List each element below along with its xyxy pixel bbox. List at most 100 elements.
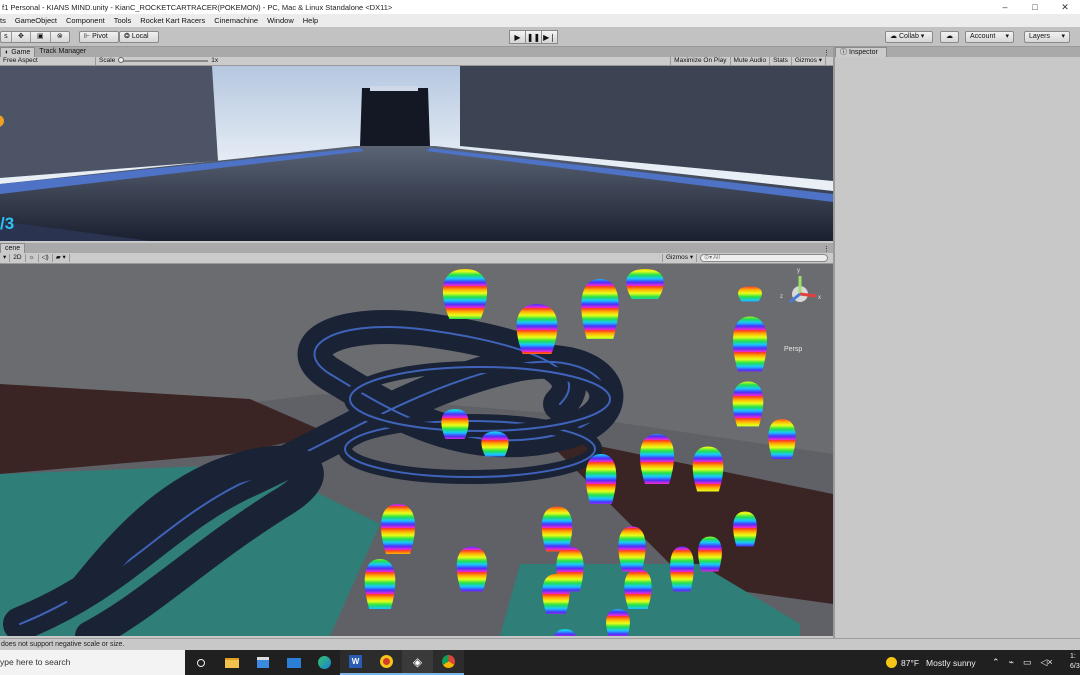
taskbar-search-input[interactable]: ype here to search [0,650,185,675]
minimize-button[interactable]: – [990,0,1020,14]
hud-lap-counter: /3 [0,214,14,233]
hierarchy-search-input[interactable]: ⊙▾ All [700,254,829,262]
local-toggle[interactable]: ❂ Local [119,31,159,43]
menu-tools[interactable]: Tools [114,16,132,25]
maximize-on-play-toggle[interactable]: Maximize On Play [670,57,731,65]
scale-slider-handle[interactable] [118,57,125,63]
menu-rocket-kart-racers[interactable]: Rocket Kart Racers [140,16,205,25]
pivot-toggle[interactable]: ⊩ Pivot [79,31,119,43]
task-view-button[interactable] [185,650,216,675]
maximize-button[interactable]: □ [1020,0,1050,14]
menu-window[interactable]: Window [267,16,294,25]
audio-toggle[interactable]: ◁) [39,254,53,262]
word-icon: W [349,655,362,668]
rainbow-object[interactable] [698,536,722,572]
rect-tool-icon[interactable]: s [1,32,11,42]
rainbow-object[interactable] [481,431,509,457]
step-button[interactable]: ▶❘ [541,30,558,44]
rect-transform-tool-icon[interactable]: ▣ [30,32,49,42]
status-message[interactable]: does not support negative scale or size. [1,641,124,648]
collab-button[interactable]: ☁ Collab ▾ [885,31,933,43]
network-icon[interactable]: ⌁ [1009,657,1014,668]
aspect-dropdown[interactable]: Free Aspect [0,57,96,65]
mute-audio-toggle[interactable]: Mute Audio [731,57,771,65]
search-placeholder: All [713,255,720,261]
weather-widget[interactable]: 87°F Mostly sunny [886,650,976,675]
game-tabstrip: ◐ Game Track Manager ⋮ [0,47,833,57]
chrome-alt-button[interactable] [371,650,402,675]
menu-help[interactable]: Help [303,16,318,25]
tab-scene[interactable]: cene [0,243,26,253]
rainbow-object[interactable] [624,569,652,609]
effects-dropdown[interactable]: ▰ ▾ [53,254,70,262]
stats-toggle[interactable]: Stats [770,57,792,65]
scale-slider[interactable] [118,57,209,63]
move-tool-icon[interactable]: ✥ [10,32,30,42]
rainbow-object[interactable] [670,546,694,592]
tab-track-manager[interactable]: Track Manager [35,47,90,57]
rainbow-object[interactable] [640,434,674,484]
gizmos-toggle[interactable]: Gizmos ▾ [792,57,826,65]
perspective-label[interactable]: Persp [784,346,802,353]
edge-button[interactable] [309,650,340,675]
menu-component[interactable]: Component [66,16,105,25]
2d-toggle[interactable]: 2D [10,254,26,262]
rainbow-object[interactable] [768,419,796,459]
rainbow-object[interactable] [626,269,664,299]
cloud-button[interactable]: ☁ [940,31,959,43]
rainbow-object[interactable] [692,446,724,492]
word-button[interactable]: W [340,650,371,675]
layers-dropdown[interactable]: Layers ▾ [1024,31,1070,43]
rainbow-object[interactable] [381,504,415,554]
gizmo-z-label: z [780,294,783,300]
menu-cinemachine[interactable]: Cinemachine [214,16,258,25]
shading-mode-dropdown[interactable]: ▾ [0,254,11,262]
scene-viewport[interactable]: y x z Persp [0,264,833,636]
rainbow-object[interactable] [618,526,646,572]
rainbow-object[interactable] [738,286,762,302]
rainbow-object[interactable] [364,559,396,609]
unity-button[interactable]: ◈ [402,650,433,675]
gizmos-label: Gizmos [794,57,817,64]
game-viewport[interactable]: /3 [0,66,833,241]
volume-icon[interactable]: ◁× [1040,657,1052,668]
panel-divider[interactable] [833,47,835,638]
scene-tabstrip: cene ⋮ [0,243,833,253]
rainbow-object[interactable] [733,511,757,547]
scale-control: Scale 1x [96,57,236,65]
rainbow-object[interactable] [541,506,573,552]
scene-gizmos-dropdown[interactable]: Gizmos ▾ [662,254,698,262]
account-dropdown[interactable]: Account ▾ [965,31,1014,43]
chevron-up-icon[interactable]: ⌃ [992,657,1000,668]
pause-button[interactable]: ❚❚ [525,30,542,44]
play-icon: ▶ [514,32,521,42]
rainbow-object[interactable] [581,279,619,339]
rainbow-object[interactable] [606,609,630,636]
rainbow-object[interactable] [442,269,488,319]
panel-menu-icon[interactable]: ⋮ [823,49,833,57]
tab-game[interactable]: ◐ Game [0,47,36,57]
message-icon[interactable]: ▭ [1023,657,1032,668]
rainbow-object[interactable] [516,304,558,354]
close-button[interactable]: ✕ [1050,0,1080,14]
menu-assets[interactable]: ts [0,16,6,25]
mail-button[interactable] [278,650,309,675]
pause-icon: ❚❚ [526,32,541,42]
rainbow-object[interactable] [733,316,767,372]
panel-menu-icon[interactable]: ⋮ [823,245,833,253]
rainbow-object[interactable] [585,454,617,504]
play-button[interactable]: ▶ [509,30,526,44]
taskbar-clock[interactable]: 1: 6/3 [1070,652,1080,672]
store-button[interactable] [247,650,278,675]
menu-gameobject[interactable]: GameObject [15,16,57,25]
rainbow-object[interactable] [456,546,488,592]
rainbow-object[interactable] [732,381,764,427]
chrome-button[interactable] [433,650,464,675]
unity-icon: ◈ [412,654,423,669]
rainbow-object[interactable] [441,409,469,439]
tab-inspector[interactable]: ⓘ Inspector [835,47,887,57]
transform-tool-icon[interactable]: ⊗ [49,32,69,42]
file-explorer-button[interactable] [216,650,247,675]
lighting-toggle[interactable]: ☼ [26,254,39,262]
rainbow-object[interactable] [542,574,570,614]
